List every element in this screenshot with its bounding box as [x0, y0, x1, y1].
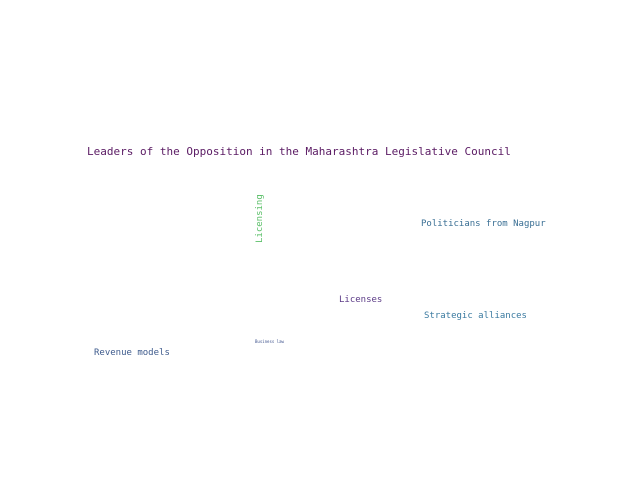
word-leaders-of-opposition: Leaders of the Opposition in the Maharas…: [87, 145, 511, 158]
word-strategic-alliances: Strategic alliances: [424, 311, 527, 321]
word-licenses: Licenses: [339, 295, 383, 305]
word-cloud: Leaders of the Opposition in the Maharas…: [0, 0, 640, 480]
word-business-law: Business law: [255, 339, 284, 344]
word-politicians-from-nagpur: Politicians from Nagpur: [421, 219, 546, 229]
word-licensing: Licensing: [255, 194, 265, 243]
word-revenue-models: Revenue models: [94, 348, 170, 358]
